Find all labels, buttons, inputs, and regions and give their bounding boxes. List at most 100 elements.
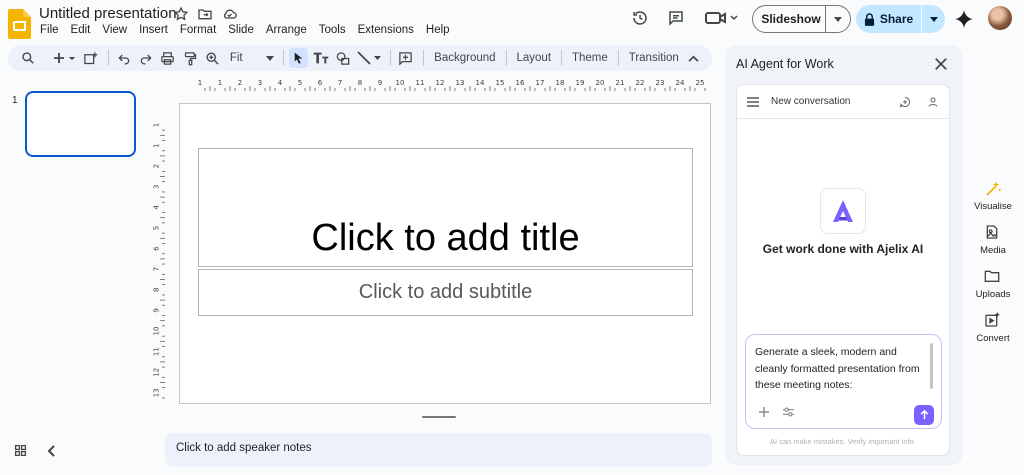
ruler-label: 5 — [298, 79, 302, 87]
horizontal-ruler: 1 1 2 3 4 5 6 7 8 9 10 11 12 13 14 15 16 17 18 19 20 21 22 23 24… — [198, 79, 706, 91]
grid-view-icon[interactable] — [14, 444, 27, 457]
slideshow-button[interactable]: Slideshow — [752, 5, 851, 33]
insert-slide-icon[interactable] — [81, 48, 100, 68]
menu-help[interactable]: Help — [420, 23, 456, 37]
share-dropdown[interactable] — [921, 5, 945, 33]
collapse-filmstrip-icon[interactable] — [47, 444, 55, 457]
slides-logo-icon[interactable] — [8, 9, 31, 39]
rail-visualise[interactable]: Visualise — [963, 180, 1023, 212]
settings-sliders-icon[interactable] — [783, 407, 794, 417]
ruler-label: 1 — [198, 79, 202, 87]
ruler-label: 5 — [153, 226, 161, 230]
text-box-icon[interactable] — [311, 48, 330, 68]
zoom-select[interactable]: Fit — [225, 52, 278, 64]
conversation-title: New conversation — [771, 96, 851, 107]
slide-thumbnail[interactable] — [25, 91, 136, 157]
menu-bar: File Edit View Insert Format Slide Arran… — [34, 23, 456, 37]
ruler-label: 9 — [153, 308, 161, 312]
menu-insert[interactable]: Insert — [133, 23, 174, 37]
input-scrollbar[interactable] — [930, 343, 933, 389]
uploads-icon — [984, 268, 1002, 286]
rail-media[interactable]: Media — [963, 224, 1023, 256]
zoom-icon[interactable] — [203, 48, 222, 68]
share-button[interactable]: Share — [856, 5, 945, 33]
comment-icon[interactable] — [665, 7, 687, 29]
paint-format-icon[interactable] — [181, 48, 200, 68]
ruler-label: 12 — [153, 368, 161, 377]
ruler-label: 3 — [153, 185, 161, 189]
ruler-label: 10 — [396, 79, 405, 87]
menu-file[interactable]: File — [34, 23, 65, 37]
speaker-notes[interactable]: Click to add speaker notes — [165, 433, 712, 467]
ruler-label: 7 — [338, 79, 342, 87]
menu-view[interactable]: View — [96, 23, 133, 37]
ruler-label: 12 — [436, 79, 445, 87]
ai-welcome-heading: Get work done with Ajelix AI — [762, 242, 924, 256]
slideshow-dropdown[interactable] — [825, 6, 850, 32]
search-menus-icon[interactable] — [18, 48, 37, 68]
ruler-label: 2 — [153, 164, 161, 168]
meet-icon[interactable] — [703, 7, 739, 29]
ruler-label: 21 — [616, 79, 625, 87]
add-comment-icon[interactable] — [396, 48, 415, 68]
document-title[interactable]: Untitled presentation — [39, 5, 177, 22]
avatar[interactable] — [988, 6, 1012, 30]
ruler-label: 25 — [696, 79, 705, 87]
move-to-folder-icon[interactable] — [197, 6, 214, 23]
transition-button[interactable]: Transition — [624, 52, 684, 64]
menu-arrange[interactable]: Arrange — [260, 23, 313, 37]
ruler-label: 3 — [258, 79, 262, 87]
new-slide-icon[interactable] — [51, 48, 78, 68]
menu-extensions[interactable]: Extensions — [352, 23, 420, 37]
ruler-label: 7 — [153, 267, 161, 271]
background-button[interactable]: Background — [429, 52, 500, 64]
hamburger-menu-icon[interactable] — [747, 96, 759, 107]
ruler-label: 13 — [456, 79, 465, 87]
slide-canvas[interactable]: Click to add title Click to add subtitle — [179, 103, 711, 404]
ai-panel-title: AI Agent for Work — [736, 57, 834, 71]
zoom-value: Fit — [229, 52, 243, 64]
undo-icon[interactable] — [114, 48, 133, 68]
ruler-label: 22 — [636, 79, 645, 87]
print-icon[interactable] — [158, 48, 177, 68]
rail-uploads-label: Uploads — [975, 289, 1011, 300]
menu-format[interactable]: Format — [174, 23, 222, 37]
theme-button[interactable]: Theme — [567, 52, 613, 64]
star-icon[interactable] — [173, 6, 190, 23]
new-chat-icon[interactable] — [899, 96, 911, 108]
close-icon[interactable] — [932, 55, 950, 73]
ruler-label: 6 — [318, 79, 323, 87]
notes-resize-handle[interactable] — [422, 416, 456, 418]
attach-plus-icon[interactable] — [759, 407, 769, 417]
rail-convert[interactable]: Convert — [963, 312, 1023, 344]
select-cursor-icon[interactable] — [288, 48, 308, 68]
history-icon[interactable] — [629, 7, 651, 29]
user-icon[interactable] — [927, 96, 939, 108]
ruler-label: 8 — [358, 79, 362, 87]
ai-prompt-input[interactable]: Generate a sleek, modern and cleanly for… — [745, 334, 942, 429]
ruler-label: 15 — [496, 79, 505, 87]
send-button[interactable] — [914, 405, 934, 425]
menu-edit[interactable]: Edit — [65, 23, 97, 37]
subtitle-placeholder[interactable]: Click to add subtitle — [198, 269, 693, 316]
ruler-label: 4 — [153, 205, 161, 210]
title-placeholder[interactable]: Click to add title — [198, 148, 693, 267]
ruler-label: 10 — [153, 327, 161, 336]
redo-icon[interactable] — [136, 48, 155, 68]
menu-tools[interactable]: Tools — [313, 23, 352, 37]
ruler-label: 1 — [153, 143, 161, 147]
rail-uploads[interactable]: Uploads — [963, 268, 1023, 300]
ruler-label: 11 — [416, 79, 425, 87]
collapse-toolbar-icon[interactable] — [684, 48, 703, 68]
ruler-label: 8 — [153, 288, 161, 292]
media-icon — [984, 224, 1002, 242]
cloud-status-icon[interactable] — [221, 6, 238, 23]
menu-slide[interactable]: Slide — [222, 23, 260, 37]
line-icon[interactable] — [355, 48, 382, 68]
gemini-icon[interactable] — [954, 9, 974, 29]
ai-prompt-text[interactable]: Generate a sleek, modern and cleanly for… — [755, 344, 931, 394]
ruler-label: 11 — [153, 347, 161, 356]
layout-button[interactable]: Layout — [512, 52, 557, 64]
ruler-label: 24 — [676, 79, 685, 87]
shape-icon[interactable] — [333, 48, 352, 68]
